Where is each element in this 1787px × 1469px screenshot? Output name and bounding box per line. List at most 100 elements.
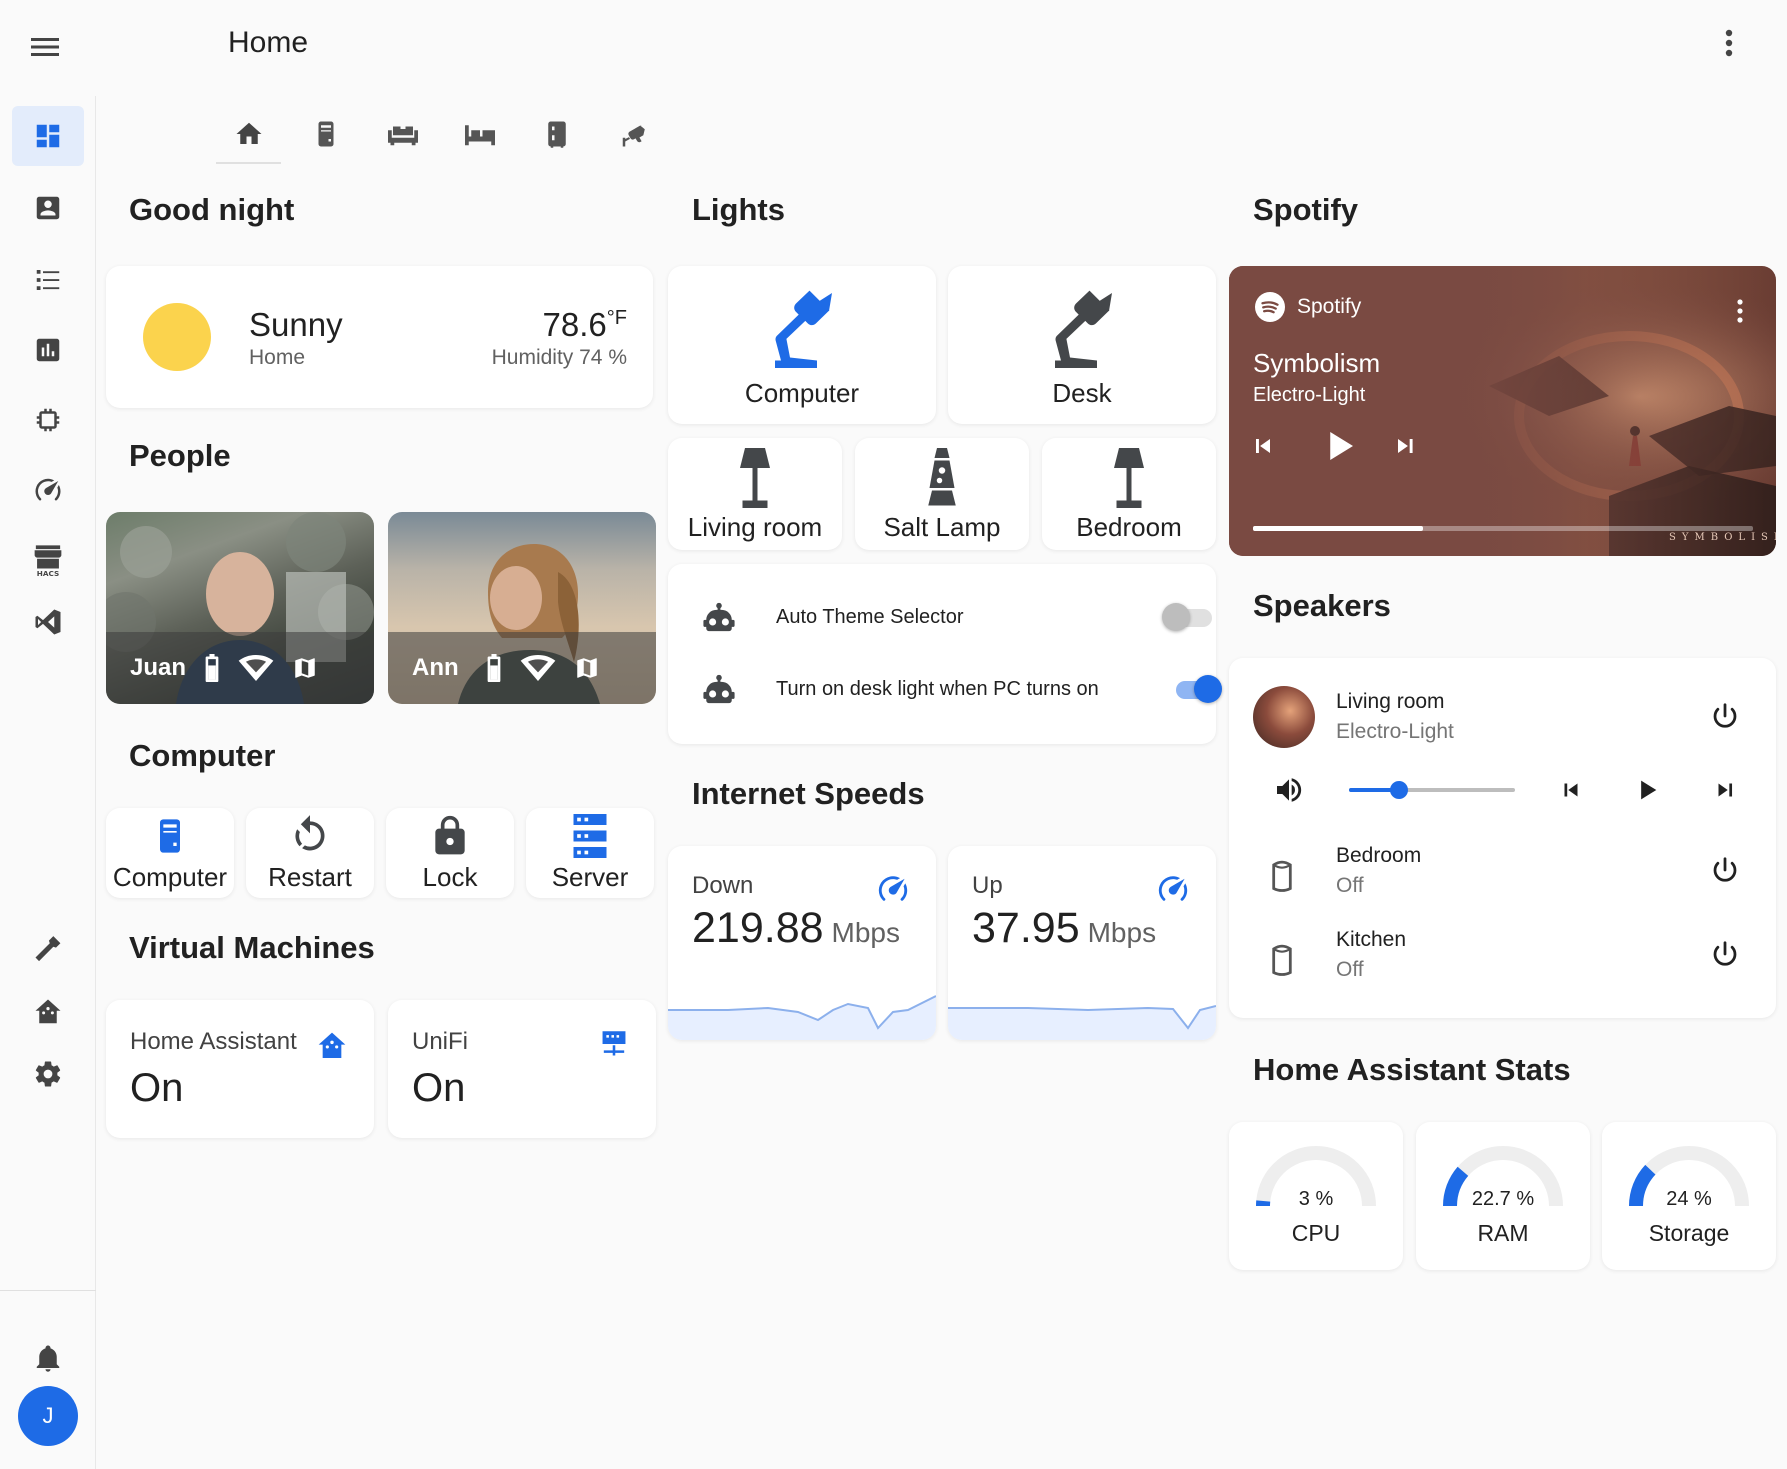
sidebar-item-notifications[interactable] <box>12 1328 84 1388</box>
light-computer[interactable]: Computer <box>668 266 936 424</box>
server-button[interactable]: Server <box>526 808 654 898</box>
fridge-icon <box>547 121 566 148</box>
speed-value-row: 219.88 Mbps <box>692 904 900 953</box>
sidebar-item-developer-tools[interactable] <box>12 918 84 978</box>
light-bedroom[interactable]: Bedroom <box>1042 438 1216 550</box>
vm-card-unifi[interactable]: UniFi On <box>388 1000 656 1138</box>
sidebar-item-vscode[interactable] <box>12 592 84 652</box>
light-salt-lamp[interactable]: Salt Lamp <box>855 438 1029 550</box>
speed-sparkline <box>668 995 936 1040</box>
sidebar-item-speedtest[interactable] <box>12 460 84 520</box>
sidebar-item-system[interactable] <box>12 390 84 450</box>
automation-toggle[interactable] <box>1162 603 1214 631</box>
restart-button[interactable]: Restart <box>246 808 374 898</box>
gauge-label: RAM <box>1477 1220 1529 1246</box>
cog-icon <box>35 1061 61 1087</box>
button-label: Server <box>551 862 629 892</box>
skip-next-icon <box>1718 783 1733 797</box>
sidebar-item-history[interactable] <box>12 320 84 380</box>
next-track-button[interactable] <box>1705 770 1745 810</box>
home-assistant-icon <box>316 1030 348 1067</box>
volume-slider[interactable] <box>1349 781 1515 799</box>
user-avatar[interactable]: J <box>18 1386 78 1446</box>
stat-gauge-storage[interactable]: 24 % Storage <box>1602 1122 1776 1270</box>
album-art-text: SYMBOLISM <box>1669 532 1776 543</box>
sofa-icon <box>387 126 418 146</box>
previous-track-button[interactable] <box>1243 426 1283 466</box>
light-desk[interactable]: Desk <box>948 266 1216 424</box>
menu-button[interactable] <box>28 30 62 64</box>
previous-track-button[interactable] <box>1551 770 1591 810</box>
server-network-icon <box>598 1030 630 1063</box>
computer-button[interactable]: Computer <box>106 808 234 898</box>
weather-sunny-icon <box>143 303 211 371</box>
sidebar-item-logbook[interactable] <box>12 250 84 310</box>
button-label: Computer <box>112 862 228 892</box>
light-label: Computer <box>744 378 860 408</box>
lava-lamp-icon <box>928 448 956 506</box>
wifi-icon <box>238 655 274 681</box>
sidebar-item-hacs[interactable]: HACS <box>12 530 84 590</box>
speaker-state: Electro-Light <box>1336 720 1454 743</box>
sidebar-divider <box>0 1290 96 1291</box>
sidebar-item-overview[interactable] <box>12 106 84 166</box>
tab-cameras[interactable] <box>595 104 672 164</box>
spotify-media-card[interactable]: SYMBOLISM Spotify Symbolism Electro-Ligh… <box>1229 266 1776 556</box>
desk-lamp-icon <box>775 290 832 368</box>
weather-temperature: 78.6°F <box>543 306 627 344</box>
robot-icon <box>703 602 735 632</box>
mute-button[interactable] <box>1269 770 1309 810</box>
weather-card[interactable]: Sunny Home 78.6°F Humidity 74 % <box>106 266 653 408</box>
speed-card-down[interactable]: Down 219.88 Mbps <box>668 846 936 1040</box>
weather-location: Home <box>249 346 306 369</box>
volume-slider-knob[interactable] <box>1389 781 1408 799</box>
skip-previous-icon <box>1564 783 1578 797</box>
avatar-initial: J <box>42 1403 54 1428</box>
speed-unit: Mbps <box>1087 917 1157 948</box>
power-button[interactable] <box>1705 696 1745 736</box>
stat-gauge-ram[interactable]: 22.7 % RAM <box>1416 1122 1590 1270</box>
overflow-menu-button[interactable] <box>1712 26 1746 60</box>
skip-next-icon <box>1398 439 1413 453</box>
volume-high-icon <box>1277 778 1302 802</box>
speed-title: Down <box>692 872 754 899</box>
sidebar-item-people[interactable] <box>12 178 84 238</box>
computer-tower-icon <box>318 121 333 147</box>
play-icon <box>1330 432 1353 460</box>
light-living-room[interactable]: Living room <box>668 438 842 550</box>
sidebar-item-settings[interactable] <box>12 1044 84 1104</box>
floor-lamp-icon <box>1114 448 1144 508</box>
lock-button[interactable]: Lock <box>386 808 514 898</box>
people-heading: People <box>129 438 231 473</box>
sidebar-item-supervisor[interactable] <box>12 982 84 1042</box>
wifi-icon <box>520 655 556 681</box>
battery-icon <box>486 654 502 682</box>
person-status-bar: Ann <box>388 632 656 704</box>
automation-toggle[interactable] <box>1170 675 1222 703</box>
speaker-device-icon <box>1269 858 1295 899</box>
vm-card-home-assistant[interactable]: Home Assistant On <box>106 1000 374 1138</box>
light-label: Bedroom <box>1076 512 1182 542</box>
person-card-juan[interactable]: Juan <box>106 512 374 704</box>
tab-computer[interactable] <box>287 104 364 164</box>
power-button[interactable] <box>1705 934 1745 974</box>
spotify-more-button[interactable] <box>1730 296 1750 326</box>
map-icon <box>574 655 600 681</box>
speed-card-up[interactable]: Up 37.95 Mbps <box>948 846 1216 1040</box>
stat-gauge-cpu[interactable]: 3 % CPU <box>1229 1122 1403 1270</box>
play-button[interactable] <box>1313 420 1365 472</box>
next-track-button[interactable] <box>1385 426 1425 466</box>
dots-vertical-icon <box>1737 299 1743 323</box>
power-button[interactable] <box>1705 850 1745 890</box>
hacs-store-icon: HACS <box>34 545 62 577</box>
toggle-knob <box>1194 675 1222 703</box>
tab-living-room[interactable] <box>364 104 441 164</box>
person-card-ann[interactable]: Ann <box>388 512 656 704</box>
tab-kitchen[interactable] <box>518 104 595 164</box>
speed-value: 219.88 <box>692 904 824 952</box>
play-button[interactable] <box>1627 770 1667 810</box>
tab-bedroom[interactable] <box>441 104 518 164</box>
track-progress-bar[interactable] <box>1253 526 1753 531</box>
chart-box-icon <box>36 338 60 362</box>
tab-home[interactable] <box>210 104 287 164</box>
